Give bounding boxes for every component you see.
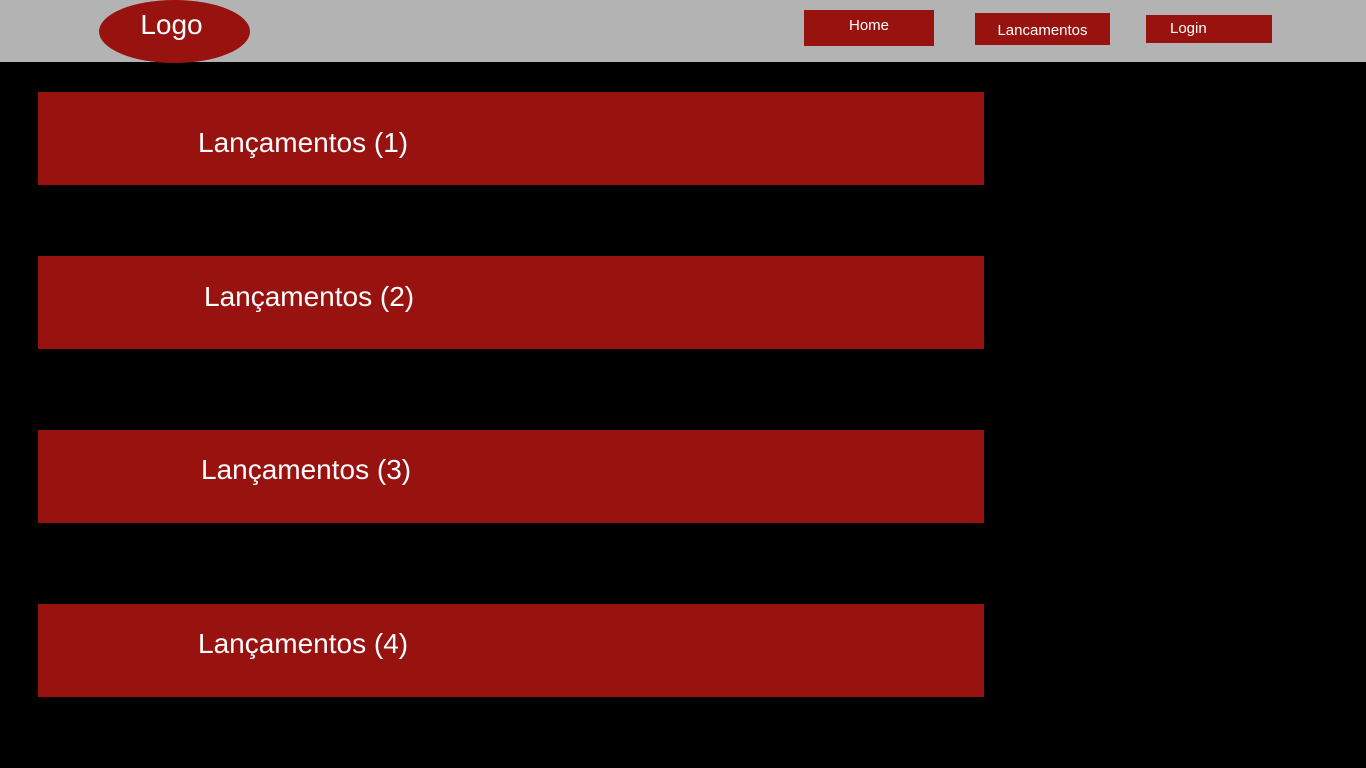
nav-login-button[interactable]: Login xyxy=(1146,15,1272,43)
lancamentos-card-label: Lançamentos (1) xyxy=(198,127,409,158)
nav-home-button[interactable]: Home xyxy=(804,10,934,46)
lancamentos-card-label: Lançamentos (3) xyxy=(201,454,412,485)
lancamentos-card-1[interactable]: Lançamentos (1) xyxy=(38,92,984,185)
top-navigation-bar: Logo Home Lancamentos Login xyxy=(0,0,1366,63)
logo[interactable]: Logo xyxy=(99,0,250,63)
page: Logo Home Lancamentos Login Lançamentos … xyxy=(0,0,1366,768)
nav-lancamentos-label: Lancamentos xyxy=(997,21,1088,39)
lancamentos-card-label: Lançamentos (4) xyxy=(198,628,409,659)
lancamentos-card-label: Lançamentos (2) xyxy=(204,281,415,312)
lancamentos-card-2[interactable]: Lançamentos (2) xyxy=(38,256,984,349)
lancamentos-card-3[interactable]: Lançamentos (3) xyxy=(38,430,984,523)
logo-label: Logo xyxy=(140,9,203,40)
lancamentos-card-4[interactable]: Lançamentos (4) xyxy=(38,604,984,697)
nav-home-label: Home xyxy=(848,17,889,34)
nav-lancamentos-button[interactable]: Lancamentos xyxy=(975,13,1110,45)
nav-login-label: Login xyxy=(1170,19,1207,37)
